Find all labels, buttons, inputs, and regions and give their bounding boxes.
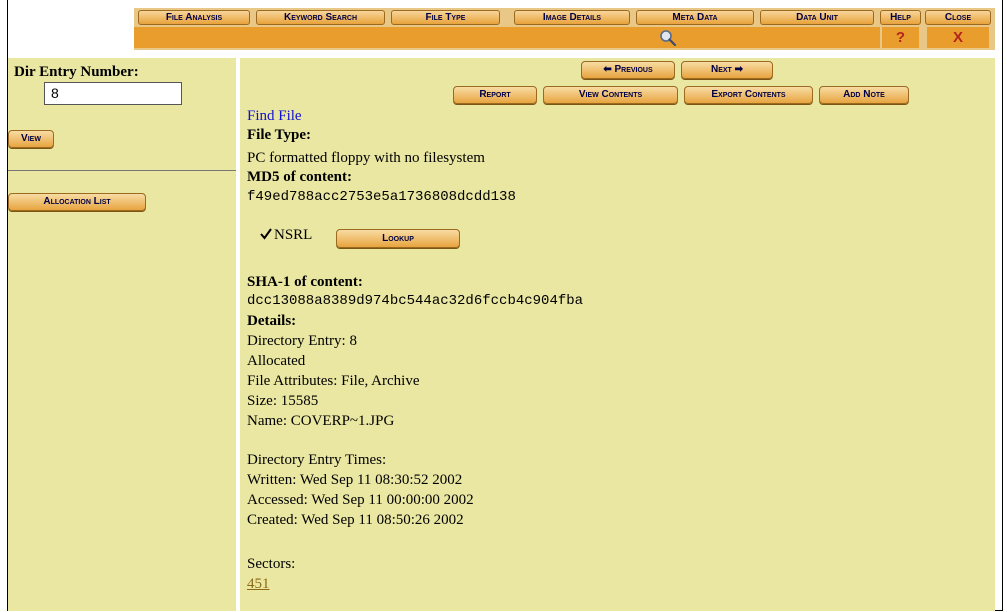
detail-line: Size: 15585 bbox=[247, 393, 319, 409]
nav-file-analysis[interactable]: File Analysis bbox=[138, 10, 250, 25]
nav-keyword-search[interactable]: Keyword Search bbox=[256, 10, 385, 25]
view-contents-button[interactable]: View Contents bbox=[543, 86, 678, 104]
sha1-value: dcc13088a8389d974bc544ac32d6fccb4c904fba bbox=[247, 293, 584, 309]
dir-entry-label: Dir Entry Number: bbox=[14, 64, 139, 80]
previous-label: Previous bbox=[614, 64, 653, 75]
sectors-label: Sectors: bbox=[247, 556, 296, 572]
details-label: Details: bbox=[247, 313, 297, 329]
file-type-label: File Type: bbox=[247, 127, 312, 143]
time-line: Created: Wed Sep 11 08:50:26 2002 bbox=[247, 512, 464, 528]
nav-data-unit[interactable]: Data Unit bbox=[760, 10, 874, 25]
md5-value: f49ed788acc2753e5a1736808dcdd138 bbox=[247, 189, 516, 205]
view-button[interactable]: View bbox=[8, 130, 54, 148]
detail-line: Directory Entry: 8 bbox=[247, 333, 357, 349]
add-note-button[interactable]: Add Note bbox=[819, 86, 909, 104]
top-navigation: File Analysis Keyword Search File Type I… bbox=[134, 8, 995, 50]
export-contents-button[interactable]: Export Contents bbox=[684, 86, 813, 104]
left-divider bbox=[8, 170, 236, 171]
nav-close[interactable]: Close bbox=[925, 10, 991, 25]
next-label: Next bbox=[710, 64, 732, 75]
help-icon[interactable]: ? bbox=[882, 27, 919, 48]
magnifier-icon[interactable] bbox=[659, 29, 677, 47]
previous-button[interactable]: ⬅ Previous bbox=[581, 61, 675, 79]
report-button[interactable]: Report bbox=[453, 86, 537, 104]
left-panel: Dir Entry Number: 8 View Allocation List bbox=[8, 58, 236, 611]
find-file-link[interactable]: Find File bbox=[247, 108, 302, 125]
nav-help[interactable]: Help bbox=[880, 10, 921, 25]
nav-image-details[interactable]: Image Details bbox=[514, 10, 630, 25]
md5-label: MD5 of content: bbox=[247, 169, 352, 185]
detail-line: Name: COVERP~1.JPG bbox=[247, 413, 395, 429]
nav-meta-data[interactable]: Meta Data bbox=[636, 10, 754, 25]
detail-line: File Attributes: File, Archive bbox=[247, 373, 420, 389]
time-line: Written: Wed Sep 11 08:30:52 2002 bbox=[247, 472, 463, 488]
nav-file-type[interactable]: File Type bbox=[391, 10, 500, 25]
next-button[interactable]: Next ➡ bbox=[681, 61, 773, 79]
times-label: Directory Entry Times: bbox=[247, 452, 387, 468]
close-icon[interactable]: X bbox=[927, 27, 989, 48]
lookup-button[interactable]: Lookup bbox=[336, 229, 460, 248]
content-panel: ⬅ Previous Next ➡ Report View Contents E… bbox=[240, 58, 995, 611]
allocation-list-button[interactable]: Allocation List bbox=[8, 193, 146, 211]
detail-line: Allocated bbox=[247, 353, 306, 369]
file-type-value: PC formatted floppy with no filesystem bbox=[247, 150, 485, 166]
arrow-right-icon: ➡ bbox=[734, 64, 743, 75]
sector-link[interactable]: 451 bbox=[247, 576, 270, 593]
time-line: Accessed: Wed Sep 11 00:00:00 2002 bbox=[247, 492, 474, 508]
nsrl-checkbox[interactable] bbox=[260, 228, 272, 240]
arrow-left-icon: ⬅ bbox=[603, 64, 612, 75]
nav-sub-strip bbox=[134, 27, 880, 48]
sha1-label: SHA-1 of content: bbox=[247, 274, 363, 290]
nsrl-label: NSRL bbox=[274, 227, 313, 243]
dir-entry-input[interactable]: 8 bbox=[44, 82, 182, 105]
